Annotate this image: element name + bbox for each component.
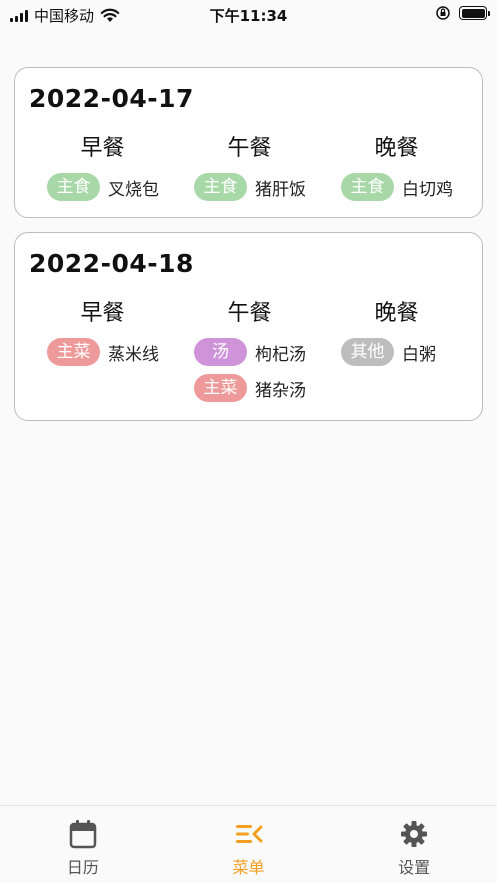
meal-title: 晚餐 [374, 301, 419, 326]
clock: 下午11:34 [209, 7, 288, 25]
dish-item[interactable]: 汤 枸杞汤 [194, 337, 323, 367]
dish-category-tag: 主食 [341, 173, 394, 201]
menu-list-icon [235, 825, 262, 843]
dish-category-tag: 主菜 [194, 374, 247, 402]
tab-label: 日历 [66, 858, 99, 877]
dish-name: 蒸米线 [108, 344, 159, 365]
meal-breakfast: 早餐 主食 叉烧包 [29, 134, 176, 208]
dish-name: 枸杞汤 [255, 344, 306, 365]
tab-settings[interactable]: 设置 [331, 806, 497, 883]
status-bar: 中国移动 下午11:34 [0, 0, 497, 30]
dish-name: 猪杂汤 [255, 380, 306, 401]
dish-category-tag: 主食 [194, 173, 247, 201]
battery-icon [459, 6, 490, 20]
dish-category-tag: 汤 [194, 338, 247, 366]
day-menu-card[interactable]: 2022-04-18 早餐 主菜 蒸米线 午餐 汤 枸杞汤 主菜 猪杂汤 晚餐 … [14, 232, 483, 421]
dish-category-tag: 主菜 [47, 338, 100, 366]
card-date: 2022-04-18 [29, 249, 194, 278]
meal-title: 晚餐 [374, 136, 419, 161]
meal-dinner: 晚餐 其他 白粥 [323, 299, 470, 409]
tab-menu[interactable]: 菜单 [166, 806, 332, 883]
meal-title: 早餐 [80, 136, 125, 161]
dish-item[interactable]: 其他 白粥 [341, 337, 470, 367]
calendar-icon [69, 820, 97, 849]
dish-category-tag: 主食 [47, 173, 100, 201]
tab-label: 菜单 [232, 858, 265, 877]
meal-dinner: 晚餐 主食 白切鸡 [323, 134, 470, 208]
dish-name: 白切鸡 [402, 179, 453, 200]
meal-breakfast: 早餐 主菜 蒸米线 [29, 299, 176, 409]
meal-lunch: 午餐 主食 猪肝饭 [176, 134, 323, 208]
dish-name: 白粥 [402, 344, 436, 365]
bottom-tab-bar: 日历 菜单 设置 [0, 805, 497, 883]
card-date: 2022-04-17 [29, 84, 194, 113]
meal-title: 午餐 [227, 301, 272, 326]
dish-item[interactable]: 主食 叉烧包 [47, 172, 176, 202]
dish-item[interactable]: 主菜 蒸米线 [47, 337, 176, 367]
rotation-lock-icon [436, 6, 450, 20]
dish-item[interactable]: 主食 白切鸡 [341, 172, 470, 202]
dish-item[interactable]: 主菜 猪杂汤 [194, 373, 323, 403]
dish-name: 猪肝饭 [255, 179, 306, 200]
tab-label: 设置 [398, 858, 431, 877]
gear-icon [401, 821, 428, 847]
meal-lunch: 午餐 汤 枸杞汤 主菜 猪杂汤 [176, 299, 323, 409]
meal-title: 午餐 [227, 136, 272, 161]
dish-name: 叉烧包 [108, 179, 159, 200]
dish-category-tag: 其他 [341, 338, 394, 366]
tab-calendar[interactable]: 日历 [0, 806, 166, 883]
meal-title: 早餐 [80, 301, 125, 326]
dish-item[interactable]: 主食 猪肝饭 [194, 172, 323, 202]
day-menu-card[interactable]: 2022-04-17 早餐 主食 叉烧包 午餐 主食 猪肝饭 晚餐 主食 白切鸡 [14, 67, 483, 218]
